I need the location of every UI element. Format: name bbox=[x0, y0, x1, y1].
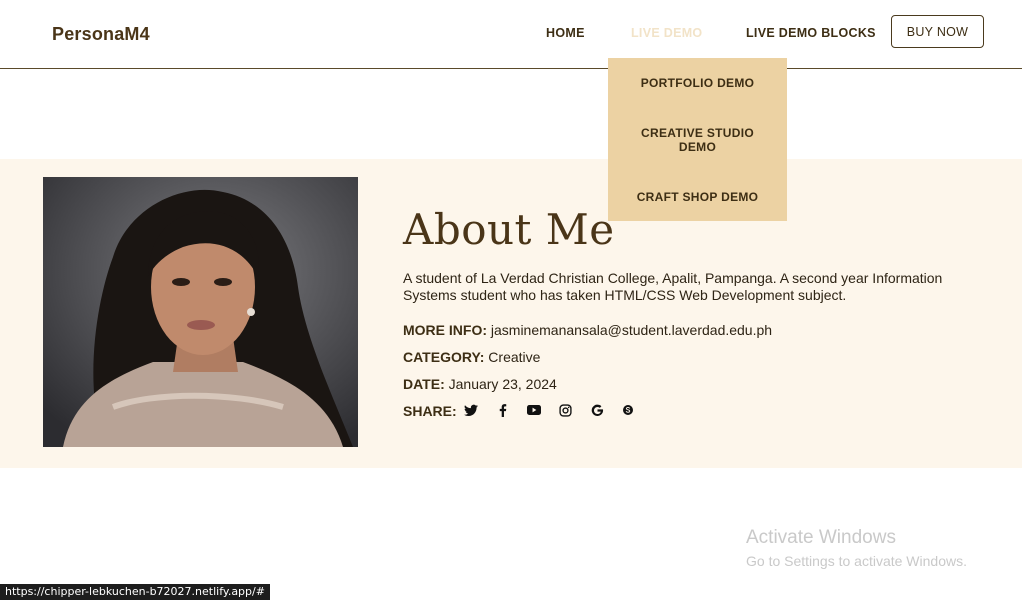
facebook-icon[interactable] bbox=[496, 403, 510, 417]
nav-live-demo-blocks[interactable]: LIVE DEMO BLOCKS bbox=[746, 26, 876, 40]
more-info-value: jasminemanansala@student.laverdad.edu.ph bbox=[490, 322, 773, 338]
dropdown-item-portfolio[interactable]: PORTFOLIO DEMO bbox=[608, 76, 787, 90]
activate-windows-subtitle: Go to Settings to activate Windows. bbox=[746, 553, 967, 569]
twitter-icon[interactable] bbox=[464, 403, 478, 417]
buy-now-button[interactable]: BUY NOW bbox=[891, 15, 984, 48]
more-info-row: MORE INFO: jasminemanansala@student.lave… bbox=[403, 322, 772, 338]
brand-logo[interactable]: PersonaM4 bbox=[52, 24, 150, 45]
skype-icon[interactable] bbox=[621, 403, 635, 417]
dropdown-item-craft-shop[interactable]: CRAFT SHOP DEMO bbox=[608, 190, 787, 204]
share-label: SHARE: bbox=[403, 403, 457, 419]
share-row: SHARE: bbox=[403, 403, 663, 419]
date-value: January 23, 2024 bbox=[448, 376, 557, 392]
youtube-icon[interactable] bbox=[527, 403, 541, 417]
nav-home[interactable]: HOME bbox=[546, 26, 585, 40]
status-bar-url: https://chipper-lebkuchen-b72027.netlify… bbox=[0, 584, 270, 600]
about-section: About Me A student of La Verdad Christia… bbox=[0, 159, 1022, 468]
category-value: Creative bbox=[488, 349, 541, 365]
google-icon[interactable] bbox=[590, 403, 604, 417]
date-label: DATE: bbox=[403, 376, 445, 392]
instagram-icon[interactable] bbox=[558, 403, 572, 417]
dropdown-item-creative-studio[interactable]: CREATIVE STUDIO DEMO bbox=[608, 126, 787, 154]
nav-live-demo[interactable]: LIVE DEMO bbox=[631, 26, 702, 40]
site-header: PersonaM4 HOME LIVE DEMO LIVE DEMO BLOCK… bbox=[0, 0, 1022, 69]
date-row: DATE: January 23, 2024 bbox=[403, 376, 557, 392]
about-title: About Me bbox=[403, 205, 615, 254]
profile-photo bbox=[43, 177, 358, 447]
category-row: CATEGORY: Creative bbox=[403, 349, 540, 365]
more-info-label: MORE INFO: bbox=[403, 322, 487, 338]
activate-windows-title: Activate Windows bbox=[746, 527, 896, 548]
about-description: A student of La Verdad Christian College… bbox=[403, 270, 943, 303]
live-demo-dropdown: PORTFOLIO DEMO CREATIVE STUDIO DEMO CRAF… bbox=[608, 58, 787, 221]
category-label: CATEGORY: bbox=[403, 349, 485, 365]
